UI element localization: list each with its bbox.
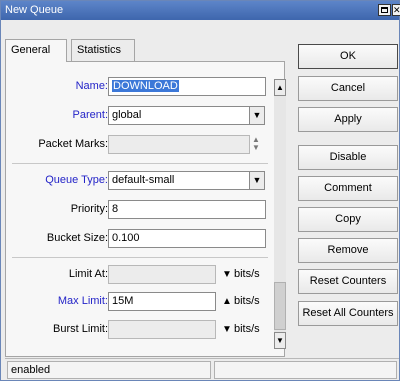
separator <box>12 163 268 164</box>
max-limit-unit: bits/s <box>234 295 260 307</box>
limit-at-row: Limit At: ▼ bits/s <box>6 265 284 285</box>
limit-at-field[interactable] <box>108 265 216 284</box>
new-queue-window: New Queue ✕ General Statistics Name: DOW… <box>0 0 400 381</box>
dropdown-icon[interactable]: ▼ <box>249 171 265 190</box>
max-limit-label: Max Limit: <box>57 295 108 307</box>
reset-counters-button[interactable]: Reset Counters <box>298 269 398 294</box>
name-label: Name: <box>75 80 108 92</box>
title-bar[interactable]: New Queue ✕ <box>1 1 400 20</box>
max-limit-field[interactable]: 15M <box>108 292 216 311</box>
up-down-icon[interactable]: ▲ ▼ <box>252 136 260 152</box>
status-bar: enabled <box>5 358 399 380</box>
scroll-up-icon[interactable]: ▲ <box>274 79 286 96</box>
burst-limit-row: Burst Limit: ▼ bits/s <box>6 320 284 340</box>
priority-label: Priority: <box>70 203 108 215</box>
dropdown-icon[interactable]: ▼ <box>249 106 265 125</box>
bucket-size-label: Bucket Size: <box>46 232 108 244</box>
copy-button[interactable]: Copy <box>298 207 398 232</box>
burst-limit-label: Burst Limit: <box>52 323 108 335</box>
parent-field[interactable]: global <box>108 106 250 125</box>
status-text: enabled <box>7 361 211 379</box>
ok-button[interactable]: OK <box>298 44 398 69</box>
bucket-size-row: Bucket Size: 0.100 <box>6 229 284 249</box>
name-row: Name: DOWNLOAD <box>6 77 284 97</box>
window-title: New Queue <box>5 4 64 16</box>
reset-all-counters-button[interactable]: Reset All Counters <box>298 301 398 326</box>
separator <box>12 257 268 258</box>
bucket-size-field[interactable]: 0.100 <box>108 229 266 248</box>
queue-type-label: Queue Type: <box>45 174 108 186</box>
close-icon[interactable]: ✕ <box>392 4 400 16</box>
disable-button[interactable]: Disable <box>298 145 398 170</box>
limit-at-label: Limit At: <box>68 268 108 280</box>
queue-type-field[interactable]: default-small <box>108 171 250 190</box>
remove-button[interactable]: Remove <box>298 238 398 263</box>
burst-limit-unit: bits/s <box>234 323 260 335</box>
name-value: DOWNLOAD <box>112 80 179 92</box>
priority-field[interactable]: 8 <box>108 200 266 219</box>
packet-marks-label: Packet Marks: <box>38 138 108 150</box>
scroll-down-icon[interactable]: ▼ <box>274 332 286 349</box>
max-limit-row: Max Limit: 15M ▲ bits/s <box>6 292 284 312</box>
priority-row: Priority: 8 <box>6 200 284 220</box>
burst-limit-field[interactable] <box>108 320 216 339</box>
status-cell-empty <box>214 361 397 379</box>
comment-button[interactable]: Comment <box>298 176 398 201</box>
queue-type-row: Queue Type: default-small ▼ <box>6 171 284 191</box>
tab-statistics[interactable]: Statistics <box>71 39 135 61</box>
limit-at-unit: bits/s <box>234 268 260 280</box>
arrow-up-icon[interactable]: ▲ <box>222 296 232 307</box>
packet-marks-field[interactable] <box>108 135 250 154</box>
tab-general[interactable]: General <box>5 39 67 62</box>
parent-row: Parent: global ▼ <box>6 106 284 126</box>
arrow-down-icon[interactable]: ▼ <box>222 269 232 280</box>
parent-label: Parent: <box>72 109 108 121</box>
maximize-icon[interactable] <box>378 4 391 16</box>
name-field[interactable]: DOWNLOAD <box>108 77 266 96</box>
packet-marks-row: Packet Marks: ▲ ▼ <box>6 135 284 155</box>
scrollbar-thumb[interactable] <box>274 282 286 330</box>
general-panel: Name: DOWNLOAD Parent: global ▼ Packet M… <box>5 61 286 357</box>
apply-button[interactable]: Apply <box>298 107 398 132</box>
arrow-down-icon[interactable]: ▼ <box>222 324 232 335</box>
cancel-button[interactable]: Cancel <box>298 76 398 101</box>
